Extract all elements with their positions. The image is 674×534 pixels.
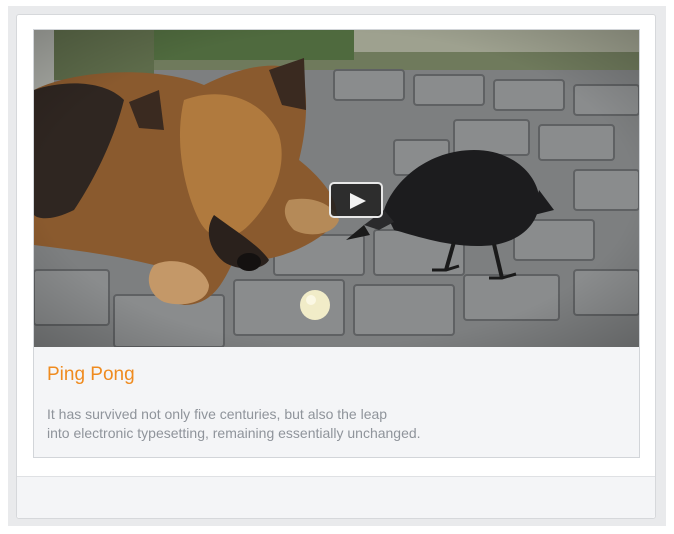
play-button[interactable] [329,182,383,218]
video-card: Ping Pong It has survived not only five … [33,29,640,458]
play-icon [350,193,366,209]
card-title: Ping Pong [47,364,135,385]
video-thumbnail[interactable] [34,30,639,347]
panel-footer [17,476,655,518]
card-description: It has survived not only five centuries,… [47,406,421,441]
